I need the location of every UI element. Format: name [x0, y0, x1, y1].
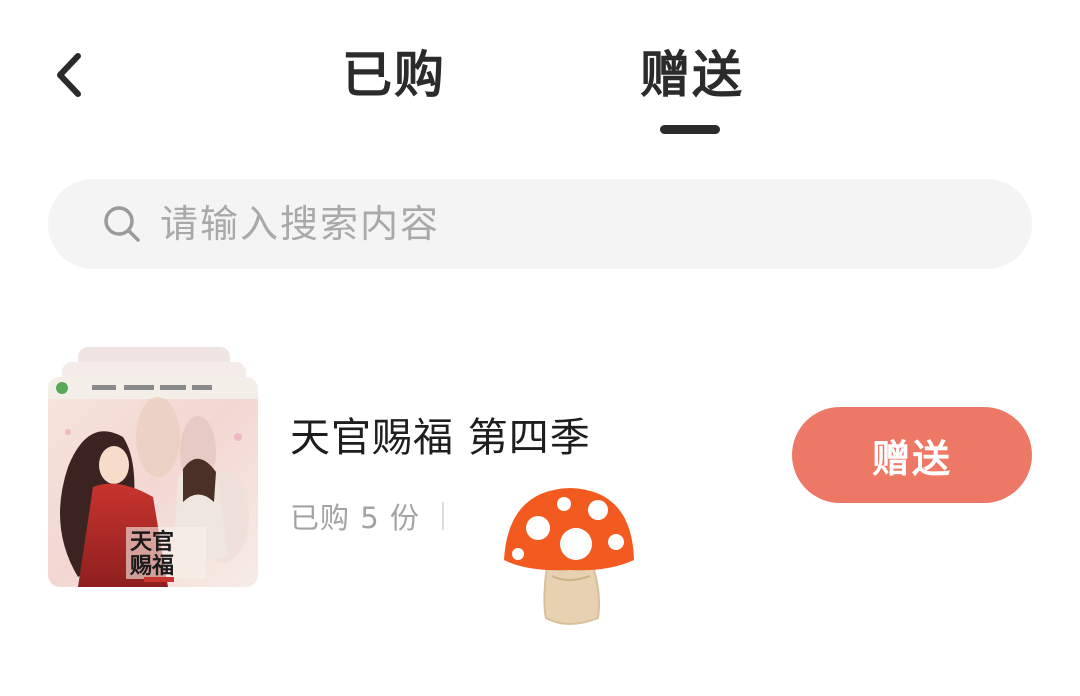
purchase-count-text: 已购 5 份 — [290, 501, 420, 535]
search-icon — [102, 204, 142, 244]
divider — [441, 502, 444, 530]
search-input[interactable] — [160, 202, 860, 246]
tab-gift[interactable]: 赠送 — [640, 40, 744, 110]
list-item[interactable]: 天官 赐福 天官赐福 第四季 已购 5 份 赠送 — [0, 340, 1080, 625]
gift-button[interactable]: 赠送 — [792, 407, 1032, 503]
svg-text:天官: 天官 — [130, 529, 174, 555]
cover-artwork: 天官 赐福 — [48, 377, 258, 587]
tab-purchased[interactable]: 已购 — [342, 40, 446, 110]
svg-text:赐福: 赐福 — [129, 553, 174, 579]
item-title: 天官赐福 第四季 — [290, 415, 591, 461]
mushroom-icon — [498, 480, 638, 630]
item-purchase-count: 已购 5 份 — [290, 495, 444, 537]
gift-page: 已购 赠送 请输入搜索内容 天官 赐福 天官赐福 第四季 已购 5 份 赠送 — [0, 0, 1080, 696]
cover-image[interactable]: 天官 赐福 — [48, 377, 258, 587]
search-bar[interactable] — [48, 179, 1032, 269]
active-tab-indicator — [660, 125, 720, 134]
chevron-left-icon — [57, 53, 81, 97]
back-button[interactable] — [44, 50, 94, 100]
